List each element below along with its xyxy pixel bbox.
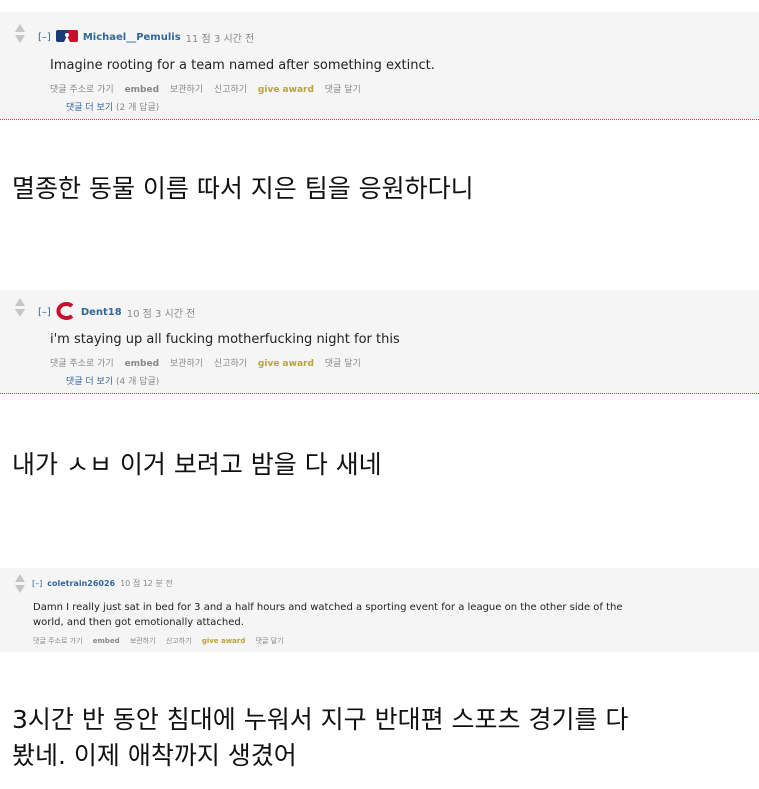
save-link[interactable]: 보관하기 [130, 637, 156, 645]
downvote-arrow-icon[interactable] [15, 35, 25, 43]
comment-body: Imagine rooting for a team named after s… [50, 58, 435, 73]
comment-score-time: 11 점 3 시간 전 [185, 34, 255, 45]
comment-score-time: 10 점 12 분 전 [120, 579, 173, 588]
embed-link[interactable]: embed [125, 359, 159, 369]
downvote-arrow-icon[interactable] [15, 309, 25, 317]
caption-3-line-1: 3시간 반 동안 침대에 누워서 지구 반대편 스포츠 경기를 다 [12, 705, 629, 734]
reds-logo-flair-icon [56, 302, 76, 323]
permalink-link[interactable]: 댓글 주소로 가기 [50, 359, 114, 369]
caption-3-line-2: 봤네. 이제 애착까지 생겼어 [12, 741, 297, 770]
embed-link[interactable]: embed [93, 637, 120, 645]
reply-link[interactable]: 댓글 달기 [325, 85, 361, 95]
give-award-link[interactable]: give award [258, 85, 314, 95]
upvote-arrow-icon[interactable] [15, 298, 25, 306]
upvote-arrow-icon[interactable] [15, 24, 25, 32]
reply-count: (4 개 답글) [116, 377, 160, 387]
comment-actions: 댓글 주소로 가기 embed 보관하기 신고하기 give award 댓글 … [33, 636, 292, 646]
report-link[interactable]: 신고하기 [214, 85, 247, 95]
comment-2: [–] Dent18 10 점 3 시간 전 i'm staying up al… [0, 290, 759, 394]
vote-arrows [14, 574, 26, 593]
save-link[interactable]: 보관하기 [170, 359, 203, 369]
comment-body-line-1: Damn I really just sat in bed for 3 and … [33, 602, 623, 613]
mlb-logo-flair-icon [55, 30, 78, 45]
vote-arrows [14, 298, 26, 317]
comment-tagline: [–] coletrain26026 10 점 12 분 전 [32, 578, 173, 589]
permalink-link[interactable]: 댓글 주소로 가기 [33, 637, 83, 645]
comment-tagline: [–] Michael__Pemulis 11 점 3 시간 전 [38, 30, 254, 45]
reply-link[interactable]: 댓글 달기 [256, 637, 284, 645]
give-award-link[interactable]: give award [202, 637, 246, 645]
comment-actions: 댓글 주소로 가기 embed 보관하기 신고하기 give award 댓글 … [50, 82, 369, 95]
comment-author[interactable]: Michael__Pemulis [83, 32, 181, 43]
upvote-arrow-icon[interactable] [15, 574, 25, 582]
comment-score-time: 10 점 3 시간 전 [126, 309, 196, 320]
caption-1: 멸종한 동물 이름 따서 지은 팀을 응원하다니 [12, 174, 474, 203]
reply-link[interactable]: 댓글 달기 [325, 359, 361, 369]
give-award-link[interactable]: give award [258, 359, 314, 369]
collapse-toggle[interactable]: [–] [38, 307, 51, 318]
collapse-toggle[interactable]: [–] [38, 32, 51, 43]
comment-body-line-2: world, and then got emotionally attached… [33, 617, 244, 628]
load-more-label[interactable]: 댓글 더 보기 [66, 103, 113, 113]
caption-3: 3시간 반 동안 침대에 누워서 지구 반대편 스포츠 경기를 다 봤네. 이제… [12, 702, 628, 774]
caption-2: 내가 ㅅㅂ 이거 보려고 밤을 다 새네 [12, 450, 382, 479]
comment-body: Damn I really just sat in bed for 3 and … [33, 600, 623, 630]
save-link[interactable]: 보관하기 [170, 85, 203, 95]
comment-actions: 댓글 주소로 가기 embed 보관하기 신고하기 give award 댓글 … [50, 356, 369, 369]
report-link[interactable]: 신고하기 [166, 637, 192, 645]
load-more-label[interactable]: 댓글 더 보기 [66, 377, 113, 387]
collapse-toggle[interactable]: [–] [32, 579, 42, 588]
vote-arrows [14, 24, 26, 43]
load-more-replies[interactable]: 댓글 더 보기 (4 개 답글) [66, 374, 159, 387]
load-more-replies[interactable]: 댓글 더 보기 (2 개 답글) [66, 100, 159, 113]
permalink-link[interactable]: 댓글 주소로 가기 [50, 85, 114, 95]
comment-tagline: [–] Dent18 10 점 3 시간 전 [38, 302, 195, 323]
report-link[interactable]: 신고하기 [214, 359, 247, 369]
embed-link[interactable]: embed [125, 85, 159, 95]
comment-3: [–] coletrain26026 10 점 12 분 전 Damn I re… [0, 568, 759, 652]
comment-author[interactable]: coletrain26026 [47, 579, 115, 588]
downvote-arrow-icon[interactable] [15, 585, 25, 593]
comment-body: i'm staying up all fucking motherfucking… [50, 332, 400, 347]
reply-count: (2 개 답글) [116, 103, 160, 113]
comment-1: [–] Michael__Pemulis 11 점 3 시간 전 Imagine… [0, 12, 759, 120]
comment-author[interactable]: Dent18 [81, 307, 122, 318]
